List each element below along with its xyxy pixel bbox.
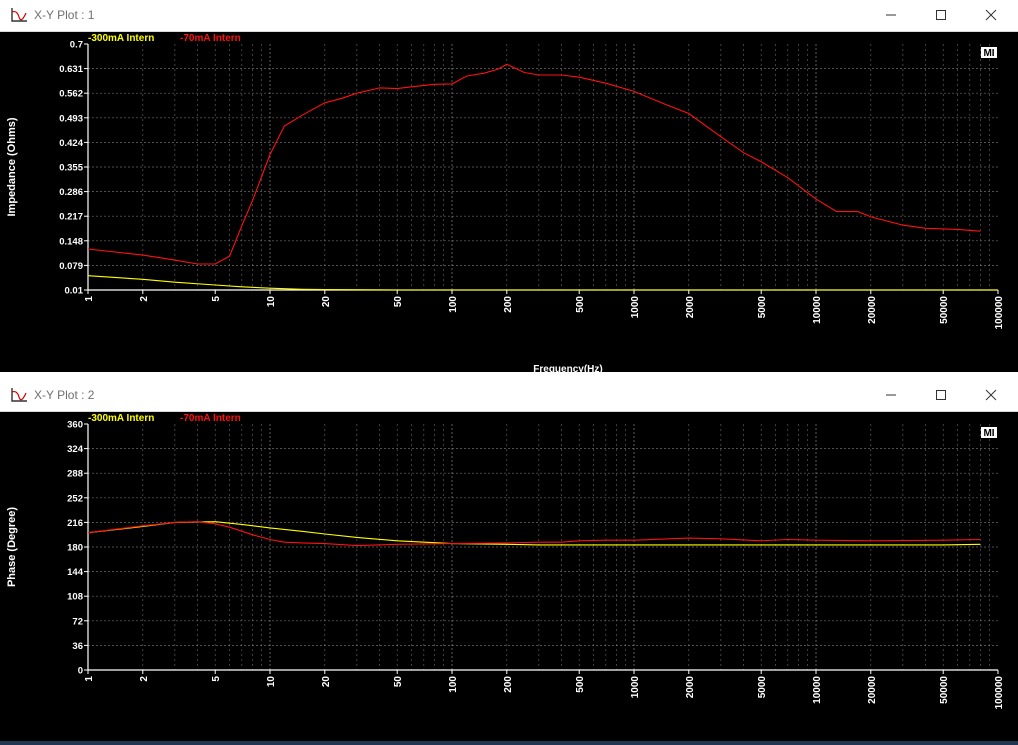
x-tick-label: 20 bbox=[321, 676, 332, 688]
y-tick-label: 0.079 bbox=[59, 261, 83, 272]
impedance-chart: 0.01 0.079 0.148 0.217 0.286 0.355 0.424 0.493 0… bbox=[6, 33, 1005, 372]
x-tick-label: 100000 bbox=[994, 676, 1005, 710]
y-tick-label: 0.148 bbox=[59, 236, 83, 247]
x-axis-label: Frequency(Hz) bbox=[533, 364, 602, 372]
mi-logo: MI bbox=[981, 427, 997, 439]
mi-logo: MI bbox=[981, 47, 997, 59]
x-tick-label: 2000 bbox=[685, 296, 696, 319]
grid-lines bbox=[88, 44, 998, 290]
x-tick-label: 5000 bbox=[757, 296, 768, 319]
series-line bbox=[87, 275, 998, 291]
y-tick-label: 72 bbox=[72, 616, 83, 627]
close-button[interactable] bbox=[968, 0, 1014, 30]
y-tick-label: 0.355 bbox=[59, 163, 83, 174]
x-tick-label: 5 bbox=[211, 676, 222, 682]
x-tick-label: 50 bbox=[393, 296, 404, 308]
window-gap bbox=[0, 372, 1018, 380]
y-tick-label: 324 bbox=[67, 444, 84, 455]
x-tick-label: 10 bbox=[266, 296, 277, 308]
y-tick-label: 360 bbox=[67, 420, 83, 431]
x-tick-label: 100 bbox=[448, 676, 459, 693]
minimize-icon bbox=[886, 394, 896, 396]
grid-lines bbox=[88, 424, 998, 670]
x-tick-label: 100000 bbox=[994, 296, 1005, 330]
y-axis-label: Impedance (Ohms) bbox=[6, 117, 18, 216]
y-tick-label: 252 bbox=[67, 493, 83, 504]
x-tick-label: 2 bbox=[139, 296, 150, 302]
window-title: X-Y Plot : 2 bbox=[34, 388, 95, 402]
x-tick-label: 50 bbox=[393, 676, 404, 688]
x-tick-label: 1 bbox=[84, 676, 95, 682]
x-tick-label: 2000 bbox=[685, 676, 696, 699]
xy-plot-window-2: X-Y Plot : 2 0 36 72 108 144 180 216 252 288 324 3… bbox=[0, 380, 1018, 745]
y-tick-label: 108 bbox=[67, 592, 83, 603]
x-tick-label: 1000 bbox=[630, 676, 641, 699]
xy-plot-app-icon bbox=[11, 388, 27, 402]
legend-entry: -70mA Intern bbox=[180, 33, 241, 44]
window-title: X-Y Plot : 1 bbox=[34, 8, 95, 22]
phase-chart: 0 36 72 108 144 180 216 252 288 324 360 1 2 5 10 20 50 10… bbox=[6, 413, 1005, 710]
x-tick-label: 200 bbox=[503, 676, 514, 693]
close-icon bbox=[985, 389, 997, 401]
x-tick-label: 100 bbox=[448, 296, 459, 313]
x-tick-label: 20000 bbox=[867, 296, 878, 324]
y-tick-label: 0.562 bbox=[59, 89, 83, 100]
mi-logo-text: MI bbox=[983, 48, 994, 59]
x-tick-label: 20 bbox=[321, 296, 332, 308]
minimize-button[interactable] bbox=[868, 0, 914, 30]
window-titlebar[interactable]: X-Y Plot : 1 bbox=[0, 0, 1018, 32]
x-tick-label: 10000 bbox=[812, 676, 823, 704]
minimize-icon bbox=[886, 14, 896, 16]
x-tick-label: 20000 bbox=[867, 676, 878, 704]
xy-plot-window-1: X-Y Plot : 1 0.01 0.079 0.148 0.217 0.286 0.3… bbox=[0, 0, 1018, 372]
x-tick-label: 5 bbox=[211, 296, 222, 302]
x-tick-label: 1 bbox=[84, 296, 95, 302]
series-line bbox=[87, 521, 981, 547]
x-tick-label: 500 bbox=[575, 296, 586, 313]
y-tick-label: 0.424 bbox=[59, 138, 83, 149]
x-tick-label: 50000 bbox=[939, 676, 950, 704]
minimize-button[interactable] bbox=[868, 380, 914, 410]
y-tick-label: 0.217 bbox=[59, 212, 83, 223]
x-tick-label: 2 bbox=[139, 676, 150, 682]
legend-entry: -300mA Intern bbox=[88, 33, 154, 44]
y-tick-label: 0.493 bbox=[59, 113, 83, 124]
x-tick-label: 1000 bbox=[630, 296, 641, 319]
maximize-button[interactable] bbox=[918, 380, 964, 410]
xy-plot-app-icon bbox=[11, 8, 27, 22]
maximize-icon bbox=[936, 390, 946, 400]
x-tick-label: 5000 bbox=[757, 676, 768, 699]
x-tick-label: 10 bbox=[266, 676, 277, 688]
close-icon bbox=[985, 9, 997, 21]
y-tick-label: 0.01 bbox=[65, 286, 84, 297]
y-tick-label: 288 bbox=[67, 469, 83, 480]
y-tick-label: 0.286 bbox=[59, 187, 83, 198]
legend-entry: -70mA Intern bbox=[180, 413, 241, 424]
mi-logo-text: MI bbox=[983, 428, 994, 439]
taskbar-edge bbox=[0, 741, 1018, 745]
series-line bbox=[87, 63, 981, 265]
y-tick-label: 180 bbox=[67, 543, 83, 554]
x-tick-label: 500 bbox=[575, 676, 586, 693]
y-tick-label: 0 bbox=[78, 666, 83, 677]
maximize-button[interactable] bbox=[918, 0, 964, 30]
y-tick-label: 36 bbox=[72, 641, 83, 652]
y-tick-label: 216 bbox=[67, 518, 83, 529]
maximize-icon bbox=[936, 10, 946, 20]
x-tick-label: 200 bbox=[503, 296, 514, 313]
legend-entry: -300mA Intern bbox=[88, 413, 154, 424]
y-tick-label: 0.631 bbox=[59, 64, 83, 75]
close-button[interactable] bbox=[968, 380, 1014, 410]
y-tick-label: 0.7 bbox=[70, 40, 83, 51]
x-tick-label: 10000 bbox=[812, 296, 823, 324]
window-titlebar[interactable]: X-Y Plot : 2 bbox=[0, 380, 1018, 412]
x-tick-label: 50000 bbox=[939, 296, 950, 324]
y-tick-label: 144 bbox=[67, 567, 84, 578]
y-axis-label: Phase (Degree) bbox=[6, 507, 18, 587]
